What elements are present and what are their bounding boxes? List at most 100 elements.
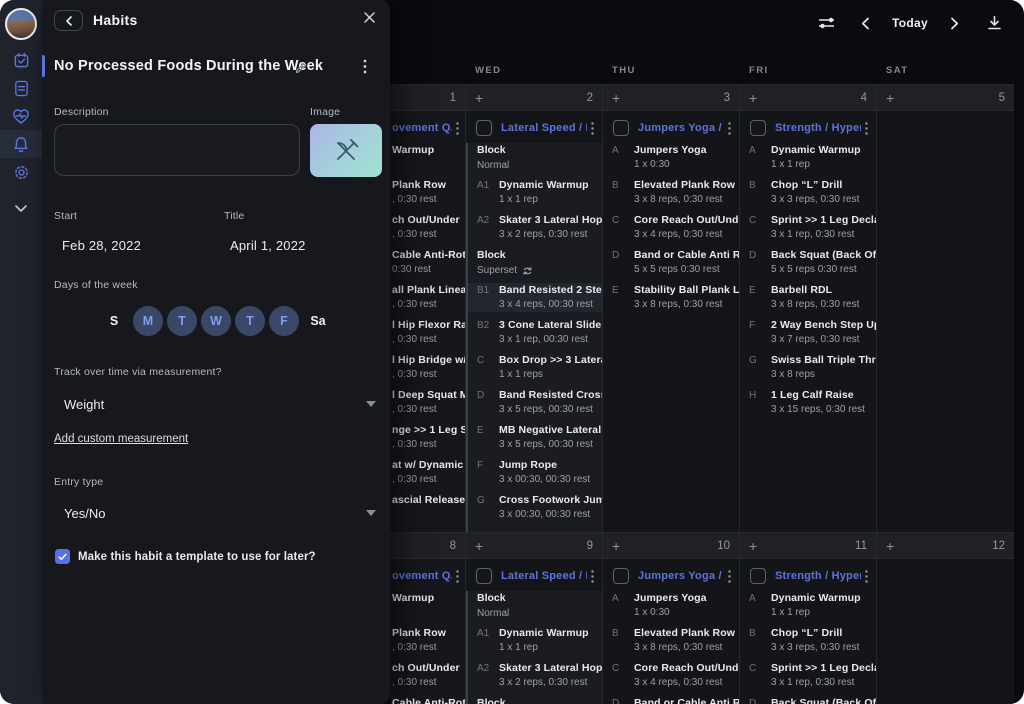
event-checkbox[interactable]	[476, 120, 492, 136]
end-date-value[interactable]: April 1, 2022	[230, 238, 306, 253]
cell-date: 9	[587, 540, 593, 552]
event-menu-icon[interactable]	[728, 122, 731, 135]
event-checkbox[interactable]	[750, 568, 766, 584]
close-icon[interactable]	[364, 12, 375, 23]
exercise-row: BChop “L” Drill3 x 3 reps, 0:30 rest	[740, 178, 876, 207]
template-checkbox[interactable]	[55, 549, 70, 564]
add-workout-button[interactable]: +	[749, 539, 757, 553]
exercise-row: GCross Footwork Jump Rope3 x 00:30, 00:3…	[468, 493, 602, 522]
event-body: ADynamic Warmup1 x 1 repBChop “L” Drill3…	[740, 591, 876, 704]
sidebar-expand-button[interactable]	[0, 194, 42, 222]
add-workout-button[interactable]: +	[475, 539, 483, 553]
add-workout-button[interactable]: +	[612, 539, 620, 553]
filter-sliders-icon[interactable]	[817, 16, 837, 30]
day-toggle-f[interactable]: F	[269, 306, 299, 336]
exercise-main: ch Out/Under, 0:30 rest	[392, 661, 465, 690]
exercise-tag: C	[477, 353, 499, 382]
sidebar-item-schedule[interactable]	[0, 46, 42, 74]
back-button[interactable]	[54, 10, 83, 31]
exercise-detail: 3 x 8 reps, 0:30 rest	[634, 297, 739, 312]
day-toggle-w[interactable]: W	[201, 306, 231, 336]
exercise-row: EMB Negative Lateral Hop...3 x 5 reps, 0…	[468, 423, 602, 452]
entry-type-select[interactable]: Yes/No	[54, 501, 378, 525]
add-workout-button[interactable]: +	[475, 91, 483, 105]
exercise-main: Plank Row, 0:30 rest	[392, 178, 465, 207]
event-checkbox[interactable]	[750, 120, 766, 136]
add-workout-button[interactable]: +	[749, 91, 757, 105]
exercise-tag: C	[749, 213, 771, 242]
event-title[interactable]: Strength / Hypertro...	[775, 570, 861, 582]
add-workout-button[interactable]: +	[886, 539, 894, 553]
exercise-main: Jumpers Yoga1 x 0:30	[634, 143, 739, 172]
exercise-detail: 3 x 4 reps, 0:30 rest	[634, 675, 739, 690]
event-menu-icon[interactable]	[456, 122, 459, 135]
exercise-row: EStability Ball Plank Linear ...3 x 8 re…	[603, 283, 739, 312]
day-toggle-s[interactable]: S	[99, 306, 129, 336]
habit-menu-icon[interactable]	[363, 59, 367, 74]
event-menu-icon[interactable]	[456, 570, 459, 583]
exercise-main: Dynamic Warmup1 x 1 rep	[771, 143, 876, 172]
calendar-cell: +12	[876, 533, 1014, 704]
event-title[interactable]: ovement Q...	[392, 122, 452, 134]
exercise-main: 2 Way Bench Step Up3 x 7 reps, 0:30 rest	[771, 318, 876, 347]
day-toggle-t[interactable]: T	[167, 306, 197, 336]
exercise-detail: 3 x 8 reps, 0:30 rest	[634, 640, 739, 655]
event-menu-icon[interactable]	[865, 570, 868, 583]
exercise-row: Warmup	[390, 591, 465, 620]
exercise-detail: , 0:30 rest	[392, 297, 465, 312]
sidebar-item-settings[interactable]	[0, 158, 42, 186]
event-title[interactable]: Lateral Speed / Plyo	[501, 122, 587, 134]
habit-image-tile[interactable]	[310, 124, 382, 177]
edit-pencil-icon[interactable]	[294, 60, 307, 73]
notes-icon	[14, 80, 29, 97]
event-menu-icon[interactable]	[591, 122, 594, 135]
exercise-row: l Hip Bridge w/ ..., 0:30 rest	[390, 353, 465, 382]
add-custom-measurement-link[interactable]: Add custom measurement	[54, 433, 188, 445]
exercise-main: Cable Anti-Rotati...0:30 rest	[392, 696, 465, 704]
chevron-down-icon	[366, 401, 378, 407]
sidebar-item-notes[interactable]	[0, 74, 42, 102]
user-avatar[interactable]	[5, 8, 37, 40]
cell-content: ovement Q...WarmupPlank Row, 0:30 restch…	[390, 559, 465, 704]
exercise-tag: B	[749, 178, 771, 207]
event-header: Lateral Speed / Plyo	[466, 567, 602, 585]
event-menu-icon[interactable]	[728, 570, 731, 583]
exercise-name: Core Reach Out/Under	[634, 213, 739, 227]
panel-title: Habits	[93, 12, 138, 28]
measurement-select[interactable]: Weight	[54, 392, 378, 416]
exercise-tag: D	[749, 696, 771, 704]
next-week-icon[interactable]	[950, 17, 959, 30]
day-toggle-m[interactable]: M	[133, 306, 163, 336]
exercise-name: Core Reach Out/Under	[634, 661, 739, 675]
cell-content: Jumpers Yoga / CoreAJumpers Yoga1 x 0:30…	[603, 559, 739, 704]
event-menu-icon[interactable]	[591, 570, 594, 583]
start-date-value[interactable]: Feb 28, 2022	[62, 238, 141, 253]
event-body: WarmupPlank Row, 0:30 restch Out/Under, …	[390, 143, 465, 532]
prev-week-icon[interactable]	[861, 17, 870, 30]
sidebar-item-health[interactable]	[0, 102, 42, 130]
today-button[interactable]: Today	[892, 16, 928, 30]
exercise-detail: 3 x 1 rep, 00:30 rest	[499, 332, 602, 347]
sidebar-item-notifications[interactable]	[0, 130, 42, 158]
event-title[interactable]: Lateral Speed / Plyo	[501, 570, 587, 582]
event-checkbox[interactable]	[613, 120, 629, 136]
day-toggle-t[interactable]: T	[235, 306, 265, 336]
add-workout-button[interactable]: +	[886, 91, 894, 105]
event-title[interactable]: ovement Q...	[392, 570, 452, 582]
event-title[interactable]: Strength / Hypertro...	[775, 122, 861, 134]
event-title[interactable]: Jumpers Yoga / Core	[638, 570, 724, 582]
exercise-row: l Deep Squat Mo..., 0:30 rest	[390, 388, 465, 417]
description-field[interactable]	[54, 124, 300, 176]
download-icon[interactable]	[987, 15, 1002, 31]
event-checkbox[interactable]	[476, 568, 492, 584]
day-toggle-sa[interactable]: Sa	[303, 306, 333, 336]
event-title[interactable]: Jumpers Yoga / Core	[638, 122, 724, 134]
exercise-detail: , 0:30 rest	[392, 192, 465, 207]
event-menu-icon[interactable]	[865, 122, 868, 135]
event-checkbox[interactable]	[613, 568, 629, 584]
exercise-detail: 3 x 1 rep, 0:30 rest	[771, 675, 876, 690]
event-card: Strength / Hypertro...ADynamic Warmup1 x…	[740, 119, 876, 427]
cell-date: 1	[450, 92, 456, 104]
add-workout-button[interactable]: +	[612, 91, 620, 105]
exercise-name: nge >> 1 Leg St...	[392, 423, 465, 437]
